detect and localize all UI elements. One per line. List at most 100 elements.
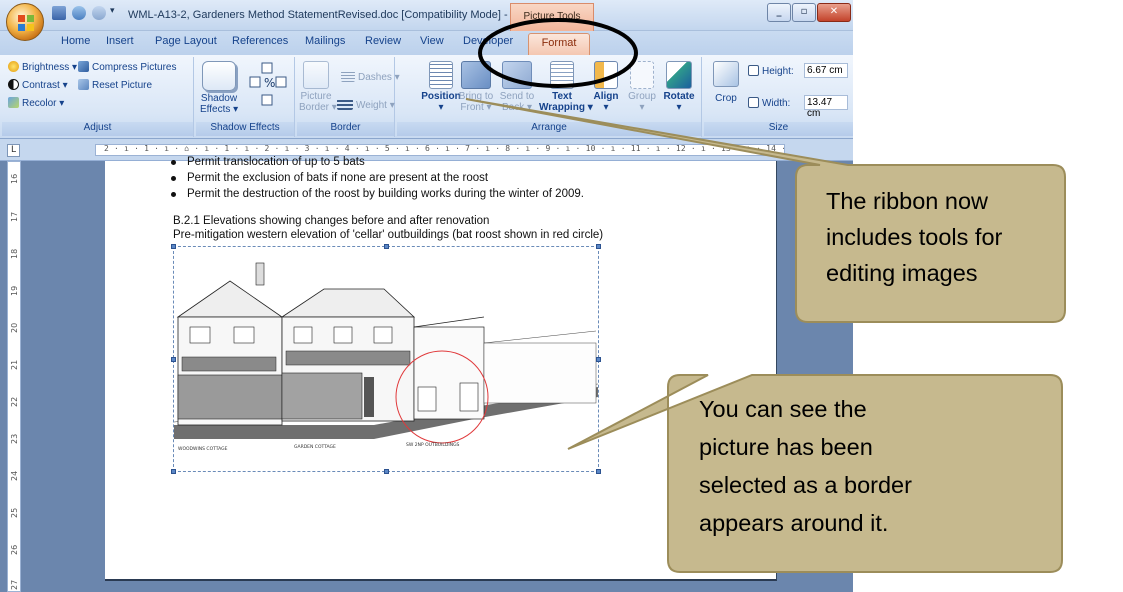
list-item: Permit translocation of up to 5 bats — [171, 156, 365, 168]
height-label-text: Height: — [762, 66, 794, 77]
resize-handle[interactable] — [596, 469, 601, 474]
list-item-text: Permit the exclusion of bats if none are… — [187, 172, 489, 184]
tab-mailings[interactable]: Mailings — [305, 35, 345, 47]
picture-border-icon — [303, 61, 329, 89]
compress-pictures-button[interactable]: Compress Pictures — [78, 61, 176, 73]
picture-caption: Pre-mitigation western elevation of 'cel… — [173, 229, 604, 241]
picture-callout-line: appears around it. — [699, 510, 889, 536]
resize-handle[interactable] — [171, 357, 176, 362]
group-dropdown-icon: ▾ — [639, 102, 645, 113]
group-icon — [630, 61, 654, 89]
bring-to-front-label-2: Front ▾ — [460, 102, 492, 113]
horizontal-ruler-strip[interactable]: 2 · ı · 1 · ı · ⌂ · ı · 1 · ı · 2 · ı · … — [95, 144, 785, 156]
text-wrapping-button[interactable]: Text Wrapping ▾ — [539, 61, 593, 113]
resize-handle[interactable] — [384, 244, 389, 249]
brightness-button[interactable]: Brightness ▾ — [8, 61, 77, 73]
group-button[interactable]: Group ▾ — [625, 61, 659, 113]
rotate-button[interactable]: Rotate ▾ — [661, 61, 697, 113]
bullet-icon — [171, 192, 176, 197]
list-item-text: Permit the destruction of the roost by b… — [187, 188, 584, 200]
horizontal-ruler[interactable]: L 2 · ı · 1 · ı · ⌂ · ı · 1 · ı · 2 · ı … — [0, 139, 853, 161]
dashes-button[interactable]: Dashes ▾ — [341, 71, 400, 83]
tab-selector[interactable]: L — [7, 144, 20, 157]
picture-border-label-1: Picture — [300, 91, 332, 102]
bullet-icon — [171, 160, 176, 165]
vertical-ruler-mark: 22 — [10, 396, 19, 407]
width-icon — [748, 97, 759, 108]
ribbon: Brightness ▾ Contrast ▾ Recolor ▾ Compre… — [0, 55, 853, 139]
recolor-button[interactable]: Recolor ▾ — [8, 97, 64, 109]
arrange-group-label: Arrange — [397, 122, 701, 136]
crop-button[interactable]: Crop — [710, 61, 742, 104]
window-controls: _ ▫ ✕ — [767, 3, 851, 23]
text-wrapping-icon — [550, 61, 574, 89]
tab-home[interactable]: Home — [61, 35, 90, 47]
customize-toolbar-icon[interactable]: ▾ — [110, 6, 118, 20]
weight-button[interactable]: Weight ▾ — [337, 99, 395, 111]
resize-handle[interactable] — [384, 469, 389, 474]
vertical-ruler[interactable]: 16 17 18 19 20 21 22 23 24 25 26 27 — [7, 161, 21, 592]
picture-tools-label: Picture Tools — [523, 11, 581, 22]
reset-picture-button[interactable]: Reset Picture — [78, 79, 152, 91]
weight-icon — [337, 99, 353, 110]
shadow-effects-label-1: Shadow — [200, 93, 238, 104]
ribbon-tabs: Home Insert Page Layout References Maili… — [0, 31, 853, 55]
close-button[interactable]: ✕ — [817, 3, 851, 22]
title-bar: WML-A13-2, Gardeners Method StatementRev… — [0, 0, 853, 31]
resize-handle[interactable] — [596, 357, 601, 362]
adjust-group: Brightness ▾ Contrast ▾ Recolor ▾ Compre… — [2, 57, 194, 137]
resize-handle[interactable] — [171, 469, 176, 474]
size-group: Crop Height: 6.67 cm Width: 13.47 cm Siz… — [704, 57, 853, 137]
contrast-button[interactable]: Contrast ▾ — [8, 79, 68, 91]
tab-developer[interactable]: Developer — [463, 35, 513, 47]
shadow-effects-group: Shadow Effects ▾ % Shadow Effects — [196, 57, 295, 137]
tab-insert[interactable]: Insert — [106, 35, 134, 47]
maximize-button[interactable]: ▫ — [792, 3, 816, 22]
shadow-effects-icon — [202, 61, 236, 91]
align-label: Align — [593, 91, 619, 102]
tab-review[interactable]: Review — [365, 35, 401, 47]
ribbon-callout-line: editing images — [826, 260, 978, 286]
ribbon-callout-line: The ribbon now — [826, 188, 988, 214]
height-field[interactable]: 6.67 cm — [804, 63, 848, 78]
align-button[interactable]: Align ▾ — [589, 61, 623, 113]
bring-to-front-button[interactable]: Bring to Front ▾ — [455, 61, 497, 113]
save-icon[interactable] — [52, 6, 66, 20]
shadow-effects-label-2: Effects ▾ — [200, 104, 239, 115]
picture-tools-context-tab: Picture Tools — [510, 3, 594, 31]
elevation-drawing — [174, 262, 598, 444]
width-field[interactable]: 13.47 cm — [804, 95, 848, 119]
shadow-nudge-icons[interactable]: % — [248, 61, 290, 113]
width-label: Width: — [748, 97, 790, 109]
svg-text:%: % — [264, 76, 275, 90]
undo-icon[interactable] — [72, 6, 86, 20]
office-button[interactable] — [6, 3, 44, 41]
contrast-label: Contrast ▾ — [22, 80, 68, 91]
section-heading: B.2.1 Elevations showing changes before … — [173, 215, 490, 227]
list-item: Permit the destruction of the roost by b… — [171, 188, 584, 200]
tab-page-layout[interactable]: Page Layout — [155, 35, 217, 47]
picture-label: SW 2NP OUTBUILDINGS — [406, 443, 460, 448]
resize-handle[interactable] — [171, 244, 176, 249]
rotate-dropdown-icon: ▾ — [676, 102, 682, 113]
elevation-picture[interactable]: WOODWINS COTTAGE GARDEN COTTAGE SW 2NP O… — [171, 244, 601, 474]
ribbon-callout-line: includes tools for — [826, 224, 1003, 250]
document-page[interactable]: Permit translocation of up to 5 bats Per… — [105, 156, 777, 581]
shadow-effects-button[interactable]: Shadow Effects ▾ — [200, 61, 238, 115]
picture-callout-line: picture has been — [699, 434, 873, 460]
tab-references[interactable]: References — [232, 35, 288, 47]
reset-picture-label: Reset Picture — [92, 80, 153, 91]
vertical-ruler-mark: 24 — [10, 470, 19, 481]
tab-format[interactable]: Format — [528, 33, 590, 55]
recolor-icon — [8, 97, 19, 108]
picture-border-button[interactable]: Picture Border ▾ — [299, 61, 337, 113]
border-group: Picture Border ▾ Dashes ▾ Weight ▾ Borde… — [297, 57, 400, 137]
crop-label: Crop — [715, 93, 737, 104]
tab-view[interactable]: View — [420, 35, 444, 47]
reset-picture-icon — [78, 79, 89, 90]
redo-icon[interactable] — [92, 6, 106, 20]
vertical-ruler-mark: 27 — [10, 579, 19, 590]
minimize-button[interactable]: _ — [767, 3, 791, 22]
send-to-back-button[interactable]: Send to Back ▾ — [497, 61, 537, 113]
resize-handle[interactable] — [596, 244, 601, 249]
